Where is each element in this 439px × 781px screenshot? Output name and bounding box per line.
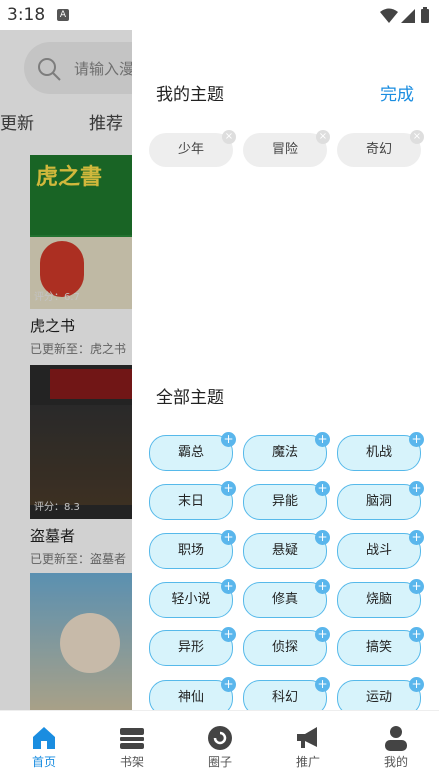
remove-icon[interactable]: × bbox=[316, 130, 330, 144]
status-time: 3:18 bbox=[7, 5, 46, 25]
wifi-signal-battery-icon bbox=[380, 7, 429, 23]
done-button[interactable]: 完成 bbox=[380, 80, 414, 105]
theme-panel: 我的主题 完成 少年 × 冒险 × 奇幻 × 全部主题 霸总 + 魔法 + 机战 + … bbox=[132, 30, 439, 710]
theme-chip[interactable]: 轻小说 + bbox=[149, 579, 236, 618]
theme-chip[interactable]: 战斗 + bbox=[337, 530, 424, 569]
add-icon[interactable]: + bbox=[221, 579, 236, 594]
add-icon[interactable]: + bbox=[409, 627, 424, 642]
nav-mine[interactable]: 我的 bbox=[352, 711, 439, 781]
chip-label: 职场 bbox=[177, 543, 204, 558]
chip-label: 霸总 bbox=[177, 445, 204, 460]
add-icon[interactable]: + bbox=[221, 530, 236, 545]
chip-label: 末日 bbox=[177, 494, 204, 509]
theme-chip[interactable]: 异能 + bbox=[243, 481, 330, 520]
nav-bookshelf[interactable]: 书架 bbox=[88, 711, 176, 781]
theme-chip[interactable]: 脑洞 + bbox=[337, 481, 424, 520]
theme-chip[interactable]: 修真 + bbox=[243, 579, 330, 618]
add-icon[interactable]: + bbox=[315, 677, 330, 692]
add-icon[interactable]: + bbox=[409, 432, 424, 447]
system-icons bbox=[379, 7, 431, 29]
nav-label: 首页 bbox=[31, 755, 56, 769]
chip-label: 侦探 bbox=[271, 640, 298, 655]
notification-icon: A bbox=[57, 9, 69, 21]
bookshelf-icon bbox=[119, 725, 145, 751]
theme-chip[interactable]: 侦探 + bbox=[243, 627, 330, 666]
chip-label: 神仙 bbox=[177, 690, 204, 705]
add-icon[interactable]: + bbox=[315, 627, 330, 642]
add-icon[interactable]: + bbox=[409, 677, 424, 692]
theme-chip[interactable]: 神仙 + bbox=[149, 677, 236, 710]
theme-chip[interactable]: 魔法 + bbox=[243, 432, 330, 471]
add-icon[interactable]: + bbox=[409, 481, 424, 496]
theme-chip[interactable]: 霸总 + bbox=[149, 432, 236, 471]
chip-label: 悬疑 bbox=[271, 543, 298, 558]
remove-icon[interactable]: × bbox=[410, 130, 424, 144]
nav-promote[interactable]: 推广 bbox=[264, 711, 352, 781]
chip-label: 异能 bbox=[271, 494, 298, 509]
home-icon bbox=[31, 725, 57, 751]
chip-label: 科幻 bbox=[271, 690, 298, 705]
add-icon[interactable]: + bbox=[409, 530, 424, 545]
theme-chip[interactable]: 搞笑 + bbox=[337, 627, 424, 666]
add-icon[interactable]: + bbox=[409, 579, 424, 594]
nav-label: 书架 bbox=[119, 755, 144, 769]
chip-label: 异形 bbox=[177, 640, 204, 655]
chip-label: 魔法 bbox=[271, 445, 298, 460]
my-themes-title: 我的主题 bbox=[156, 85, 224, 105]
nav-label: 圈子 bbox=[207, 755, 232, 769]
chip-label: 奇幻 bbox=[365, 142, 392, 157]
chip-label: 冒险 bbox=[271, 142, 298, 157]
remove-icon[interactable]: × bbox=[222, 130, 236, 144]
add-icon[interactable]: + bbox=[315, 530, 330, 545]
add-icon[interactable]: + bbox=[315, 481, 330, 496]
all-themes-title: 全部主题 bbox=[156, 388, 224, 408]
user-icon bbox=[383, 725, 409, 751]
my-theme-chip[interactable]: 奇幻 × bbox=[337, 130, 424, 167]
status-bar: 3:18 A bbox=[0, 0, 439, 30]
theme-chip[interactable]: 科幻 + bbox=[243, 677, 330, 710]
theme-chip[interactable]: 末日 + bbox=[149, 481, 236, 520]
chip-label: 战斗 bbox=[365, 543, 392, 558]
my-theme-chip[interactable]: 冒险 × bbox=[243, 130, 330, 167]
chip-label: 搞笑 bbox=[365, 640, 392, 655]
theme-chip[interactable]: 烧脑 + bbox=[337, 579, 424, 618]
nav-label: 我的 bbox=[383, 755, 408, 769]
theme-chip[interactable]: 悬疑 + bbox=[243, 530, 330, 569]
chip-label: 运动 bbox=[365, 690, 392, 705]
dim-overlay[interactable] bbox=[0, 30, 132, 710]
circle-icon bbox=[207, 725, 233, 751]
nav-home[interactable]: 首页 bbox=[0, 711, 88, 781]
my-theme-chip[interactable]: 少年 × bbox=[149, 130, 236, 167]
chip-label: 修真 bbox=[271, 592, 298, 607]
theme-chip[interactable]: 异形 + bbox=[149, 627, 236, 666]
add-icon[interactable]: + bbox=[221, 627, 236, 642]
theme-chip[interactable]: 机战 + bbox=[337, 432, 424, 471]
add-icon[interactable]: + bbox=[221, 677, 236, 692]
nav-label: 推广 bbox=[295, 755, 320, 769]
add-icon[interactable]: + bbox=[315, 432, 330, 447]
chip-label: 烧脑 bbox=[365, 592, 392, 607]
theme-chip[interactable]: 运动 + bbox=[337, 677, 424, 710]
chip-label: 轻小说 bbox=[171, 592, 211, 607]
chip-label: 少年 bbox=[177, 142, 204, 157]
add-icon[interactable]: + bbox=[315, 579, 330, 594]
nav-circle[interactable]: 圈子 bbox=[176, 711, 264, 781]
add-icon[interactable]: + bbox=[221, 481, 236, 496]
chip-label: 机战 bbox=[365, 445, 392, 460]
theme-chip[interactable]: 职场 + bbox=[149, 530, 236, 569]
megaphone-icon bbox=[295, 725, 321, 751]
add-icon[interactable]: + bbox=[221, 432, 236, 447]
chip-label: 脑洞 bbox=[365, 494, 392, 509]
bottom-nav: 首页 书架 圈子 推广 我的 bbox=[0, 710, 439, 781]
